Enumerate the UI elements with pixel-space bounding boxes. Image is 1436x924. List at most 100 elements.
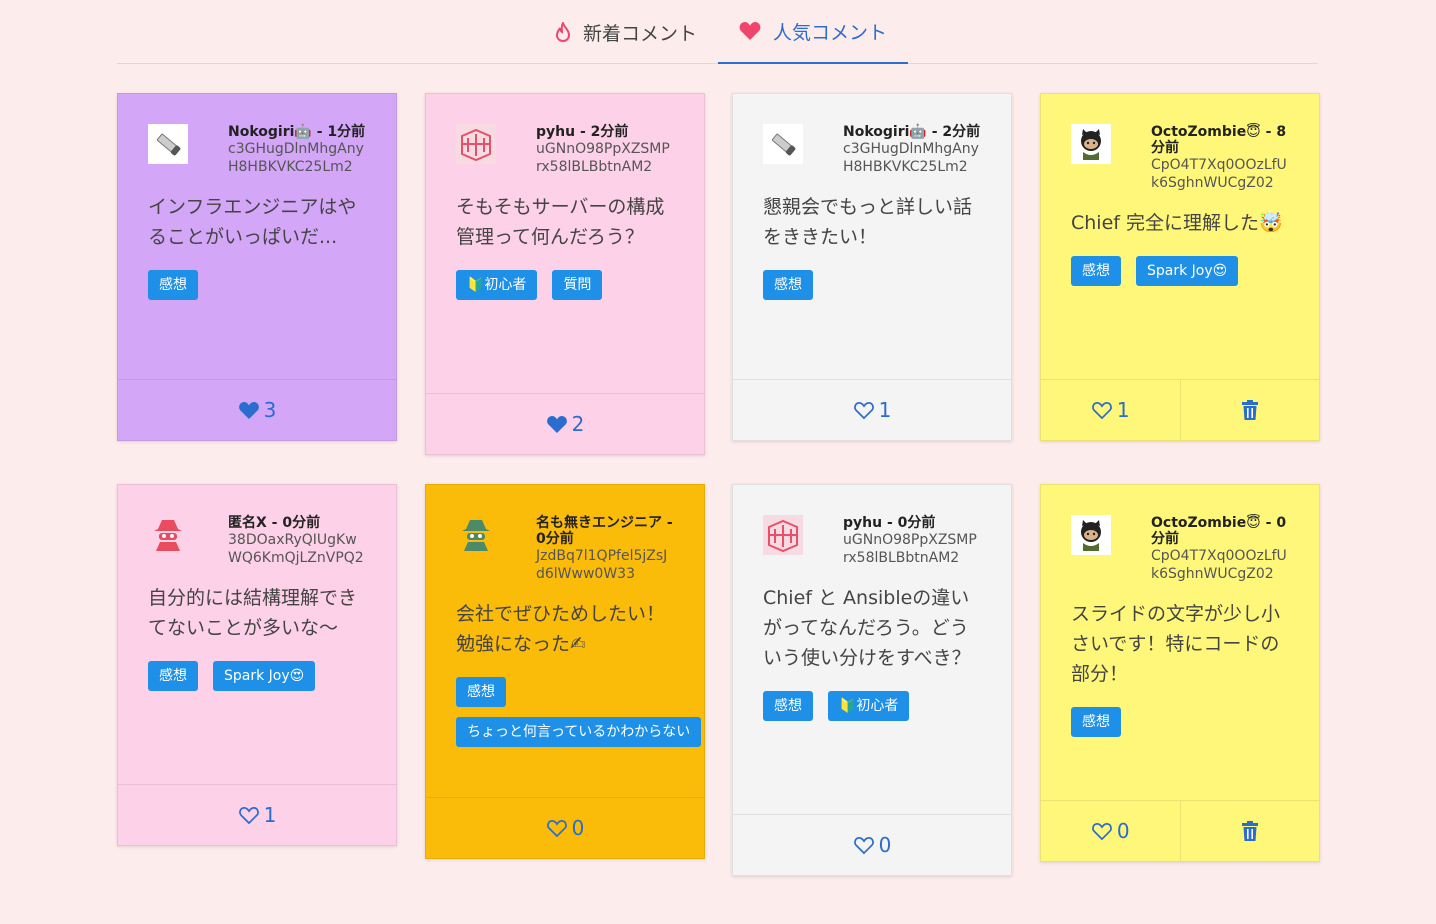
card-body: Nokogiri🤖 - 2分前 c3GHugDlnMhgAnyH8HBKVKC25… bbox=[733, 94, 1011, 330]
trash-icon[interactable] bbox=[1241, 821, 1259, 841]
card-footer: 3 bbox=[118, 379, 396, 440]
comment-card: pyhu - 2分前 uGNnO98PpXZSMPrx58lBLBbtnAM2 そも… bbox=[425, 93, 705, 455]
tag-chip[interactable]: 🔰初心者 bbox=[456, 270, 538, 300]
card-header: 匿名X - 0分前 38DOaxRyQIUgKwWQ6KmQjLZnVPQ2 bbox=[148, 515, 366, 567]
comment-text: そもそもサーバーの構成管理って何んだろう？ bbox=[456, 196, 665, 248]
like-count: 2 bbox=[571, 412, 585, 436]
tag-list: 感想 bbox=[148, 270, 366, 300]
tag-chip[interactable]: Spark Joy😍 bbox=[213, 661, 316, 691]
card-footer: 0 bbox=[426, 797, 704, 858]
author-meta: 名も無きエンジニア - 0分前 JzdBq7l1QPfel5jZsJd6lWww0… bbox=[536, 515, 674, 583]
comment-text: Chief と Ansibleの違いがってなんだろう。どういう使い分けをすべき？ bbox=[763, 587, 971, 669]
tag-chip[interactable]: 感想 bbox=[1071, 256, 1121, 286]
avatar bbox=[148, 124, 188, 164]
tag-chip[interactable]: 感想 bbox=[763, 270, 813, 300]
author-meta: OctoZombie😇 - 0分前 CpO4T7Xq0OOzLfUk6SghnWU… bbox=[1151, 515, 1289, 583]
card-body: OctoZombie😇 - 0分前 CpO4T7Xq0OOzLfUk6SghnWU… bbox=[1041, 485, 1319, 767]
like-button[interactable]: 2 bbox=[546, 412, 585, 436]
avatar bbox=[456, 124, 496, 164]
comment-text: Chief 完全に理解した🤯 bbox=[1071, 212, 1283, 234]
tag-list: 感想 bbox=[1071, 707, 1289, 737]
like-cell: 1 bbox=[1041, 380, 1180, 440]
card-header: Nokogiri🤖 - 2分前 c3GHugDlnMhgAnyH8HBKVKC25… bbox=[763, 124, 981, 176]
comment-card: OctoZombie😇 - 8分前 CpO4T7Xq0OOzLfUk6SghnWU… bbox=[1040, 93, 1320, 441]
author-name: 匿名X - 0分前 bbox=[228, 515, 321, 531]
tag-chip[interactable]: 感想 bbox=[763, 691, 813, 721]
like-count: 3 bbox=[263, 398, 277, 422]
like-count: 0 bbox=[571, 816, 585, 840]
tag-list: 感想 Spark Joy😍 bbox=[1071, 256, 1289, 286]
card-header: OctoZombie😇 - 8分前 CpO4T7Xq0OOzLfUk6SghnWU… bbox=[1071, 124, 1289, 192]
tag-chip[interactable]: Spark Joy😍 bbox=[1136, 256, 1239, 286]
tag-chip[interactable]: ちょっと何言っているかわからない bbox=[456, 717, 702, 747]
author-meta: pyhu - 2分前 uGNnO98PpXZSMPrx58lBLBbtnAM2 bbox=[536, 124, 674, 176]
tag-chip[interactable]: 質問 bbox=[552, 270, 603, 300]
like-cell: 1 bbox=[733, 380, 1011, 440]
card-body: Nokogiri🤖 - 1分前 c3GHugDlnMhgAnyH8HBKVKC25… bbox=[118, 94, 396, 330]
tag-chip[interactable]: 感想 bbox=[148, 270, 198, 300]
author-meta: OctoZombie😇 - 8分前 CpO4T7Xq0OOzLfUk6SghnWU… bbox=[1151, 124, 1289, 192]
card-footer: 1 bbox=[733, 379, 1011, 440]
avatar bbox=[763, 124, 803, 164]
tag-list: 🔰初心者 質問 bbox=[456, 270, 674, 300]
tag-chip[interactable]: 感想 bbox=[456, 677, 506, 707]
heart-outline-icon bbox=[853, 401, 875, 420]
like-cell: 0 bbox=[733, 815, 1011, 875]
author-uid: JzdBq7l1QPfel5jZsJd6lWww0W33 bbox=[536, 548, 668, 582]
like-count: 1 bbox=[263, 803, 277, 827]
author-name: 名も無きエンジニア - 0分前 bbox=[536, 515, 673, 547]
comment-card: 名も無きエンジニア - 0分前 JzdBq7l1QPfel5jZsJd6lWww0… bbox=[425, 484, 705, 859]
avatar bbox=[763, 515, 803, 555]
like-cell: 1 bbox=[118, 785, 396, 845]
comment-card: pyhu - 0分前 uGNnO98PpXZSMPrx58lBLBbtnAM2 Ch… bbox=[732, 484, 1012, 876]
like-button[interactable]: 0 bbox=[853, 833, 891, 857]
comment-card: Nokogiri🤖 - 2分前 c3GHugDlnMhgAnyH8HBKVKC25… bbox=[732, 93, 1012, 441]
author-uid: CpO4T7Xq0OOzLfUk6SghnWUCgZ02 bbox=[1151, 157, 1287, 191]
author-uid: c3GHugDlnMhgAnyH8HBKVKC25Lm2 bbox=[228, 141, 364, 175]
card-header: Nokogiri🤖 - 1分前 c3GHugDlnMhgAnyH8HBKVKC25… bbox=[148, 124, 366, 176]
avatar bbox=[1071, 515, 1111, 555]
like-button[interactable]: 1 bbox=[853, 398, 892, 422]
like-cell: 2 bbox=[426, 394, 704, 454]
like-button[interactable]: 1 bbox=[238, 803, 277, 827]
card-footer: 1 bbox=[1041, 379, 1319, 440]
card-footer: 2 bbox=[426, 393, 704, 454]
delete-cell bbox=[1179, 801, 1320, 861]
like-button[interactable]: 1 bbox=[1091, 398, 1130, 422]
card-body: OctoZombie😇 - 8分前 CpO4T7Xq0OOzLfUk6SghnWU… bbox=[1041, 94, 1319, 316]
like-count: 1 bbox=[878, 398, 892, 422]
avatar bbox=[148, 515, 188, 555]
author-uid: CpO4T7Xq0OOzLfUk6SghnWUCgZ02 bbox=[1151, 548, 1287, 582]
tag-chip[interactable]: 感想 bbox=[148, 661, 198, 691]
like-button[interactable]: 0 bbox=[1091, 819, 1130, 843]
author-meta: Nokogiri🤖 - 2分前 c3GHugDlnMhgAnyH8HBKVKC25… bbox=[843, 124, 981, 176]
author-name: Nokogiri🤖 - 2分前 bbox=[843, 124, 981, 140]
trash-icon[interactable] bbox=[1241, 400, 1259, 420]
heart-outline-icon bbox=[238, 806, 260, 825]
like-button[interactable]: 3 bbox=[238, 398, 277, 422]
card-header: pyhu - 2分前 uGNnO98PpXZSMPrx58lBLBbtnAM2 bbox=[456, 124, 674, 176]
author-name: pyhu - 2分前 bbox=[536, 124, 629, 140]
card-header: 名も無きエンジニア - 0分前 JzdBq7l1QPfel5jZsJd6lWww0… bbox=[456, 515, 674, 583]
like-button[interactable]: 0 bbox=[546, 816, 585, 840]
heart-filled-icon bbox=[238, 401, 260, 420]
author-name: OctoZombie😇 - 0分前 bbox=[1151, 515, 1287, 547]
comment-text: インフラエンジニアはやることがいっぱいだ... bbox=[148, 196, 357, 248]
heart-outline-icon bbox=[546, 819, 568, 838]
like-count: 0 bbox=[1116, 819, 1130, 843]
author-name: pyhu - 0分前 bbox=[843, 515, 936, 531]
author-uid: uGNnO98PpXZSMPrx58lBLBbtnAM2 bbox=[536, 141, 670, 175]
tag-chip[interactable]: 🔰初心者 bbox=[828, 691, 910, 721]
author-name: OctoZombie😇 - 8分前 bbox=[1151, 124, 1287, 156]
comment-card: 匿名X - 0分前 38DOaxRyQIUgKwWQ6KmQjLZnVPQ2 自分的… bbox=[117, 484, 397, 846]
tag-list: 感想 🔰初心者 bbox=[763, 691, 981, 721]
card-footer: 0 bbox=[733, 814, 1011, 875]
heart-outline-icon bbox=[853, 836, 875, 855]
comment-text: 自分的には結構理解できてないことが多いな〜 bbox=[148, 587, 358, 639]
tag-chip[interactable]: 感想 bbox=[1071, 707, 1121, 737]
author-uid: uGNnO98PpXZSMPrx58lBLBbtnAM2 bbox=[843, 532, 977, 566]
author-meta: pyhu - 0分前 uGNnO98PpXZSMPrx58lBLBbtnAM2 bbox=[843, 515, 981, 567]
card-body: 名も無きエンジニア - 0分前 JzdBq7l1QPfel5jZsJd6lWww0… bbox=[426, 485, 704, 777]
comment-text: スライドの文字が少し小さいです！特にコードの部分！ bbox=[1071, 603, 1281, 685]
card-header: OctoZombie😇 - 0分前 CpO4T7Xq0OOzLfUk6SghnWU… bbox=[1071, 515, 1289, 583]
